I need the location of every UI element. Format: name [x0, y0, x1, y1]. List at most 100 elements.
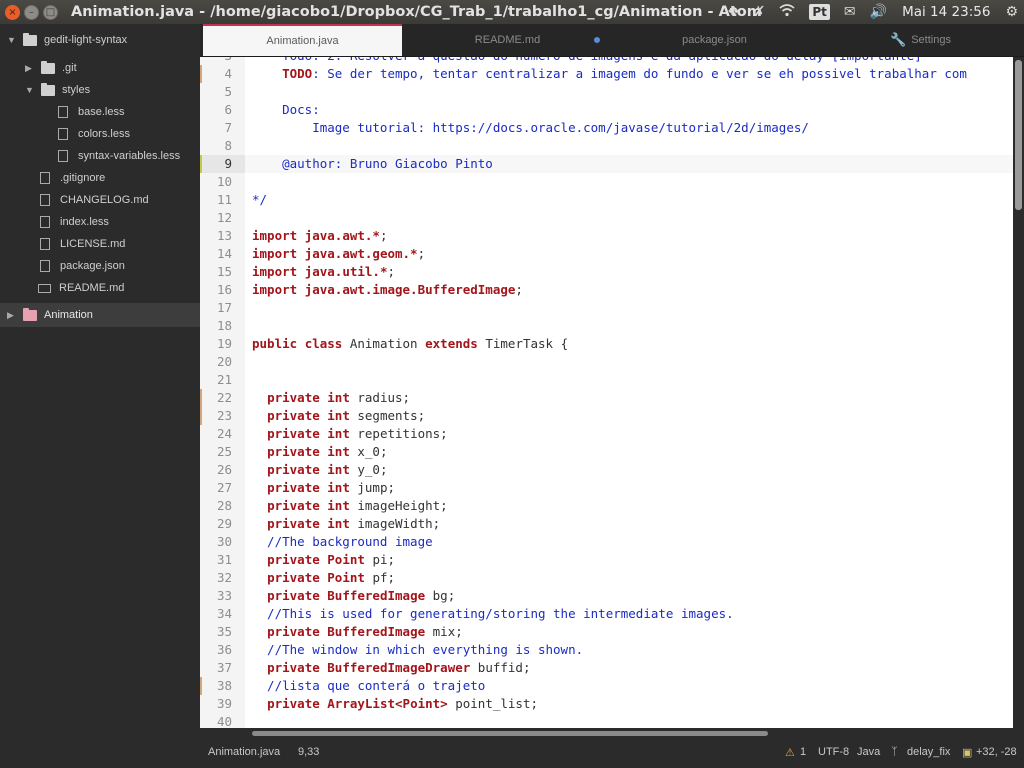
- tree-item-base-less[interactable]: base.less: [58, 101, 124, 123]
- volume-icon[interactable]: 🔊: [870, 4, 887, 20]
- wifi-icon[interactable]: [779, 3, 795, 21]
- vertical-scrollbar[interactable]: [1013, 57, 1024, 728]
- code-keyword: int: [327, 390, 350, 405]
- code-line[interactable]: //This is used for generating/storing th…: [252, 605, 734, 623]
- network-cross-icon[interactable]: ✗: [754, 4, 766, 20]
- code-text: pf;: [364, 570, 396, 585]
- status-git-diff[interactable]: +32, -28: [976, 746, 1017, 758]
- code-line[interactable]: //lista que conterá o trajeto: [252, 677, 485, 695]
- tree-project-animation[interactable]: ▶ Animation: [0, 303, 200, 327]
- code-line[interactable]: private int x_0;: [252, 443, 388, 461]
- code-line[interactable]: Todo: 2. Resolver a questao do numero de…: [252, 57, 922, 65]
- folder-icon: [23, 32, 37, 46]
- code-comment: Todo: 2. Resolver a questao do numero de…: [252, 57, 922, 63]
- code-keyword: int: [327, 426, 350, 441]
- code-line[interactable]: //The window in which everything is show…: [252, 641, 583, 659]
- code-line[interactable]: //The background image: [252, 533, 433, 551]
- status-git-branch[interactable]: delay_fix: [907, 746, 950, 758]
- code-editor[interactable]: 34 5 6 7 8 910 11 12 13 14 15 16 17 18 19 20 21 22 23 24 25 2…: [200, 57, 1013, 728]
- dropbox-icon[interactable]: ❖: [727, 4, 740, 20]
- code-line[interactable]: Image tutorial: https://docs.oracle.com/…: [252, 119, 809, 137]
- line-number: 25: [216, 444, 232, 459]
- tab-label: Settings: [911, 34, 951, 46]
- code-line[interactable]: private int radius;: [252, 389, 410, 407]
- tab-readme[interactable]: README.md: [405, 24, 610, 56]
- minimize-window-button[interactable]: –: [24, 4, 39, 20]
- clock[interactable]: Mai 14 23:56: [902, 4, 990, 20]
- chevron-down-icon: ▼: [25, 85, 34, 95]
- tree-root-folder[interactable]: ▼ gedit-light-syntax: [7, 29, 127, 51]
- code-text: Animation: [342, 336, 426, 351]
- tab-animation-java[interactable]: Animation.java: [203, 24, 402, 56]
- status-encoding[interactable]: UTF-8: [818, 746, 849, 758]
- tab-label: README.md: [474, 34, 541, 46]
- tree-item-gitignore[interactable]: .gitignore: [40, 167, 105, 189]
- maximize-window-button[interactable]: □: [43, 4, 58, 20]
- code-line[interactable]: private int imageWidth;: [252, 515, 440, 533]
- code-line[interactable]: Docs:: [252, 101, 320, 119]
- tree-item-styles[interactable]: ▼ styles: [25, 79, 90, 101]
- status-warning-count[interactable]: 1: [800, 746, 806, 758]
- code-keyword: private: [267, 552, 320, 567]
- code-line[interactable]: private int y_0;: [252, 461, 388, 479]
- tab-package-json[interactable]: package.json: [612, 24, 817, 56]
- code-line[interactable]: private BufferedImage bg;: [252, 587, 455, 605]
- tree-item-changelog[interactable]: CHANGELOG.md: [40, 189, 149, 211]
- status-bar: Animation.java 9,33 ⚠ 1 UTF-8 Java ᛉ del…: [200, 738, 1024, 768]
- horizontal-scrollbar-thumb[interactable]: [252, 731, 768, 736]
- line-number: 39: [216, 696, 232, 711]
- code-line[interactable]: public class Animation extends TimerTask…: [252, 335, 568, 353]
- status-file-name[interactable]: Animation.java: [208, 746, 280, 758]
- git-modified-marker: [200, 407, 202, 425]
- mail-icon[interactable]: ✉: [844, 4, 856, 20]
- line-number: 27: [216, 480, 232, 495]
- code-line[interactable]: import java.awt.image.BufferedImage;: [252, 281, 523, 299]
- code-line[interactable]: @author: Bruno Giacobo Pinto: [252, 155, 493, 173]
- code-line[interactable]: private int repetitions;: [252, 425, 448, 443]
- line-number: 37: [216, 660, 232, 675]
- line-number-gutter: 34 5 6 7 8 910 11 12 13 14 15 16 17 18 19 20 21 22 23 24 25 2…: [200, 57, 245, 728]
- tree-item-package-json[interactable]: package.json: [40, 255, 125, 277]
- code-line[interactable]: TODO: Se der tempo, tentar centralizar a…: [252, 65, 967, 83]
- code-comment: */: [252, 192, 268, 207]
- code-line[interactable]: private Point pf;: [252, 569, 395, 587]
- keyboard-layout-indicator[interactable]: Pt: [809, 4, 830, 20]
- tree-item-git[interactable]: ▶ .git: [25, 57, 77, 79]
- code-keyword: java.util.*: [304, 264, 388, 279]
- code-line[interactable]: */: [252, 191, 267, 209]
- code-line[interactable]: private Point pi;: [252, 551, 395, 569]
- horizontal-scrollbar[interactable]: [200, 728, 1013, 738]
- code-line[interactable]: import java.util.*;: [252, 263, 395, 281]
- tab-bar: Animation.java README.md package.json 🔧 …: [200, 24, 1024, 57]
- code-line[interactable]: private int segments;: [252, 407, 425, 425]
- tree-item-colors-less[interactable]: colors.less: [58, 123, 130, 145]
- window-title: Animation.java - /home/giacobo1/Dropbox/…: [71, 4, 762, 20]
- code-keyword: ArrayList<Point>: [327, 696, 448, 711]
- status-cursor-position[interactable]: 9,33: [298, 746, 319, 758]
- code-line[interactable]: private BufferedImage mix;: [252, 623, 463, 641]
- tab-settings[interactable]: 🔧 Settings: [817, 24, 1024, 56]
- code-line[interactable]: import java.awt.geom.*;: [252, 245, 425, 263]
- gear-icon[interactable]: ⚙: [1005, 4, 1018, 20]
- code-line[interactable]: private BufferedImageDrawer buffid;: [252, 659, 530, 677]
- tree-item-index-less[interactable]: index.less: [40, 211, 109, 233]
- git-branch-icon: ᛉ: [891, 746, 898, 758]
- line-number: 8: [224, 138, 232, 153]
- tree-item-syntax-variables-less[interactable]: syntax-variables.less: [58, 145, 180, 167]
- code-text: y_0;: [349, 462, 388, 477]
- code-line[interactable]: private int imageHeight;: [252, 497, 448, 515]
- code-text: x_0;: [349, 444, 388, 459]
- status-grammar[interactable]: Java: [857, 746, 880, 758]
- tree-item-readme[interactable]: README.md: [38, 277, 124, 299]
- code-line[interactable]: private ArrayList<Point> point_list;: [252, 695, 538, 713]
- tree-item-license[interactable]: LICENSE.md: [40, 233, 125, 255]
- code-line[interactable]: import java.awt.*;: [252, 227, 387, 245]
- chevron-right-icon: ▶: [25, 62, 32, 73]
- close-window-button[interactable]: ×: [5, 4, 20, 20]
- vertical-scrollbar-thumb[interactable]: [1015, 60, 1022, 210]
- warning-icon[interactable]: ⚠: [785, 746, 795, 759]
- code-line[interactable]: private int jump;: [252, 479, 395, 497]
